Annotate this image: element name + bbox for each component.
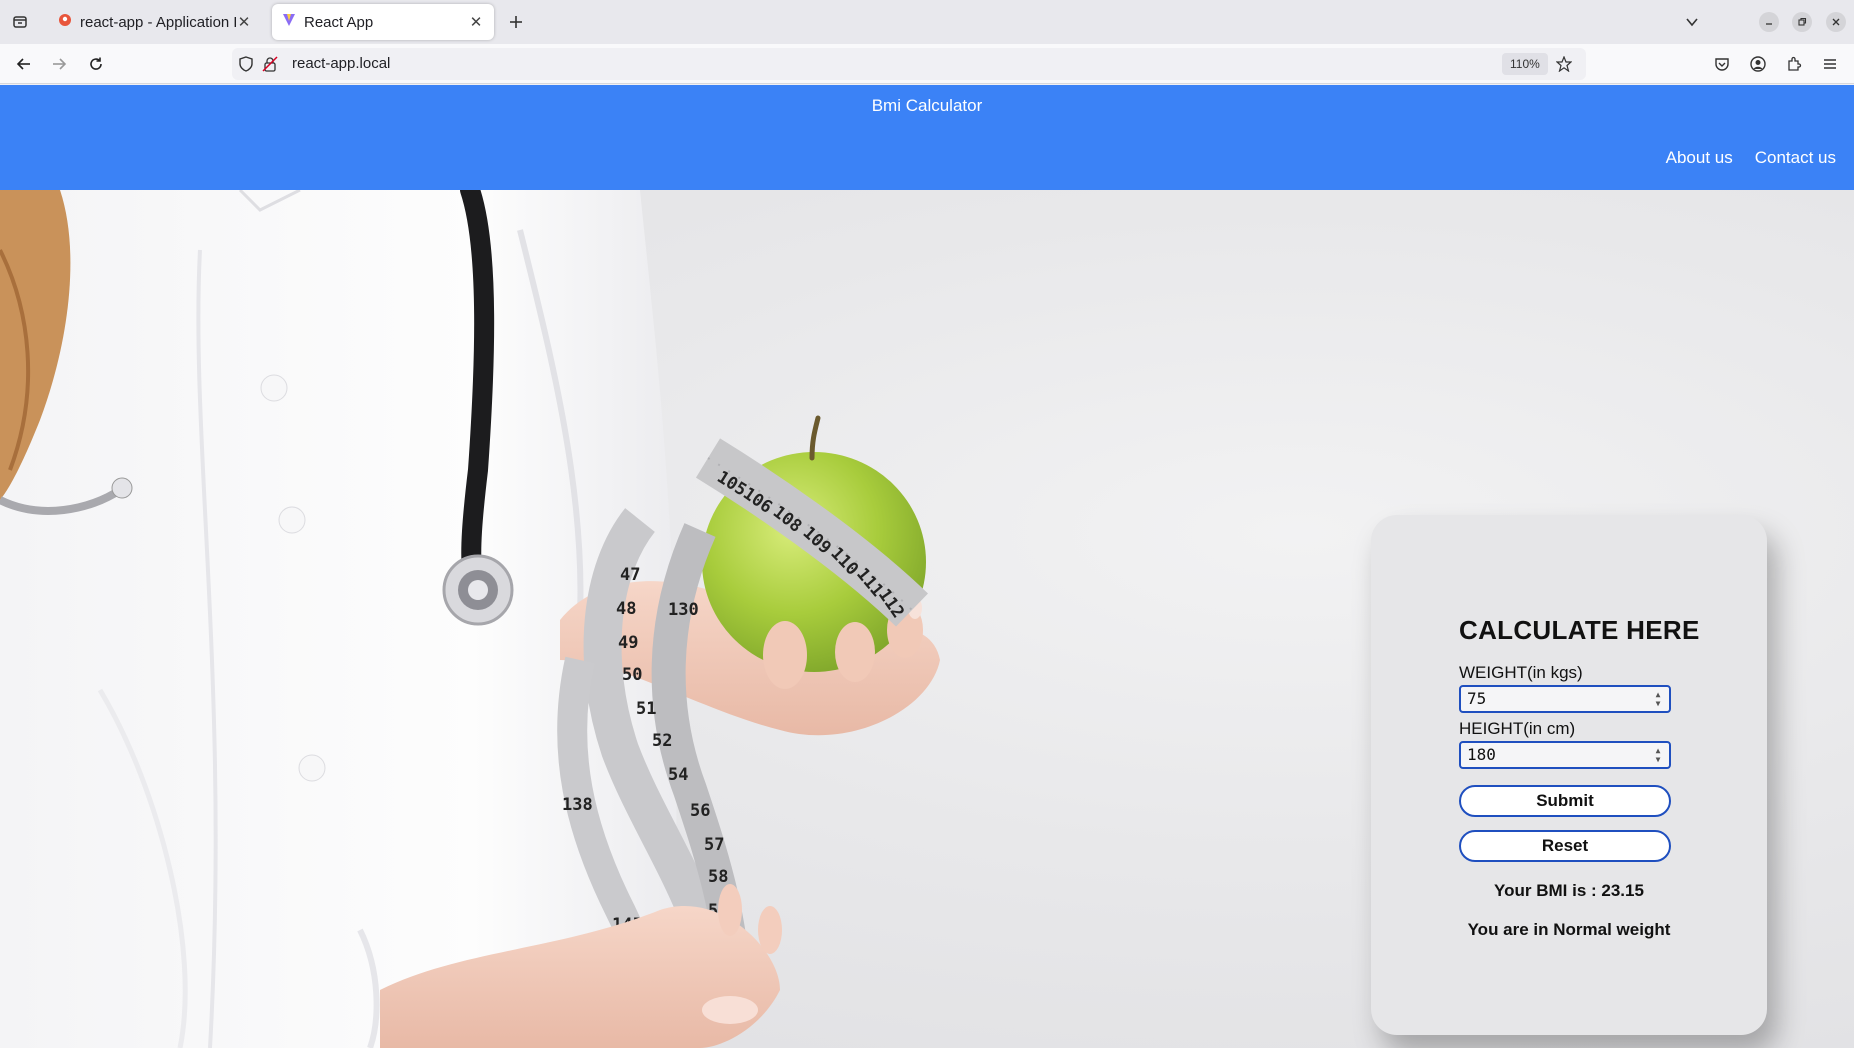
close-tab-icon[interactable]: ✕: [468, 14, 484, 31]
weight-label: WEIGHT(in kgs): [1459, 663, 1583, 682]
account-icon[interactable]: [1746, 52, 1770, 76]
bookmark-star-icon[interactable]: [1554, 54, 1574, 74]
site-header: Bmi Calculator About us Contact us: [0, 85, 1854, 190]
new-tab-plus-icon[interactable]: [504, 10, 528, 34]
extensions-puzzle-icon[interactable]: [1782, 52, 1806, 76]
zoom-level-badge[interactable]: 110%: [1502, 53, 1548, 75]
restore-icon[interactable]: [1792, 12, 1812, 32]
reload-icon[interactable]: [84, 52, 108, 76]
reset-button[interactable]: Reset: [1459, 830, 1671, 862]
svg-text:51: 51: [636, 699, 656, 719]
weight-status-text: You are in Normal weight: [1467, 920, 1671, 939]
height-label: HEIGHT(in cm): [1459, 719, 1576, 738]
svg-text:47: 47: [620, 565, 640, 585]
svg-text:138: 138: [562, 795, 593, 815]
tab-react-app-application[interactable]: react-app - Application D ✕: [48, 4, 262, 40]
bmi-calculator-card: CALCULATE HERE WEIGHT(in kgs) 75 ▲ ▼ HEIG…: [1371, 515, 1767, 1035]
svg-text:52: 52: [652, 731, 672, 751]
svg-text:57: 57: [704, 835, 724, 855]
site-title: Bmi Calculator: [871, 96, 983, 115]
weight-value: 75: [1467, 689, 1487, 708]
nav-link-about-us[interactable]: About us: [1666, 148, 1733, 168]
web-page: Bmi Calculator About us Contact us 105 1…: [0, 85, 1854, 1048]
navigation-toolbar: react-app.local 110%: [0, 44, 1854, 84]
close-tab-icon[interactable]: ✕: [236, 14, 252, 31]
svg-text:49: 49: [618, 633, 638, 653]
svg-text:48: 48: [616, 599, 636, 619]
spinner-arrows-icon[interactable]: ▲ ▼: [1653, 746, 1663, 764]
tab-title: React App: [304, 13, 374, 31]
height-input[interactable]: 180 ▲ ▼: [1459, 741, 1671, 769]
insecure-lock-icon[interactable]: [262, 56, 278, 72]
tab-list-icon[interactable]: [8, 10, 32, 34]
hero-background: 105 106 108 109 110 111 112 47 48 49 50 …: [0, 190, 1854, 1048]
svg-text:56: 56: [690, 801, 710, 821]
svg-text:58: 58: [708, 867, 728, 887]
tab-title: react-app - Application D: [80, 13, 236, 31]
hamburger-menu-icon[interactable]: [1818, 52, 1842, 76]
url-text: react-app.local: [292, 55, 391, 72]
shield-icon[interactable]: [238, 56, 254, 72]
vite-favicon-icon: [282, 13, 296, 31]
svg-text:54: 54: [668, 765, 688, 785]
spinner-arrows-icon[interactable]: ▲ ▼: [1653, 690, 1663, 708]
svg-text:130: 130: [668, 600, 699, 620]
back-arrow-icon[interactable]: [12, 52, 36, 76]
address-bar[interactable]: react-app.local 110%: [232, 48, 1586, 80]
tab-react-app[interactable]: React App ✕: [272, 4, 494, 40]
chevron-down-icon[interactable]: [1680, 10, 1704, 34]
site-nav: About us Contact us: [1666, 148, 1836, 168]
favicon-icon: [58, 13, 72, 31]
pocket-icon[interactable]: [1710, 52, 1734, 76]
bmi-result-text: Your BMI is : 23.15: [1494, 881, 1644, 900]
height-value: 180: [1467, 745, 1496, 764]
minimize-icon[interactable]: [1759, 12, 1779, 32]
tab-bar: react-app - Application D ✕ React App ✕: [0, 0, 1854, 44]
calculator-heading: CALCULATE HERE: [1459, 615, 1700, 645]
weight-input[interactable]: 75 ▲ ▼: [1459, 685, 1671, 713]
close-window-icon[interactable]: [1826, 12, 1846, 32]
nav-link-contact-us[interactable]: Contact us: [1755, 148, 1836, 168]
svg-text:50: 50: [622, 665, 642, 685]
submit-button[interactable]: Submit: [1459, 785, 1671, 817]
forward-arrow-icon[interactable]: [47, 52, 71, 76]
